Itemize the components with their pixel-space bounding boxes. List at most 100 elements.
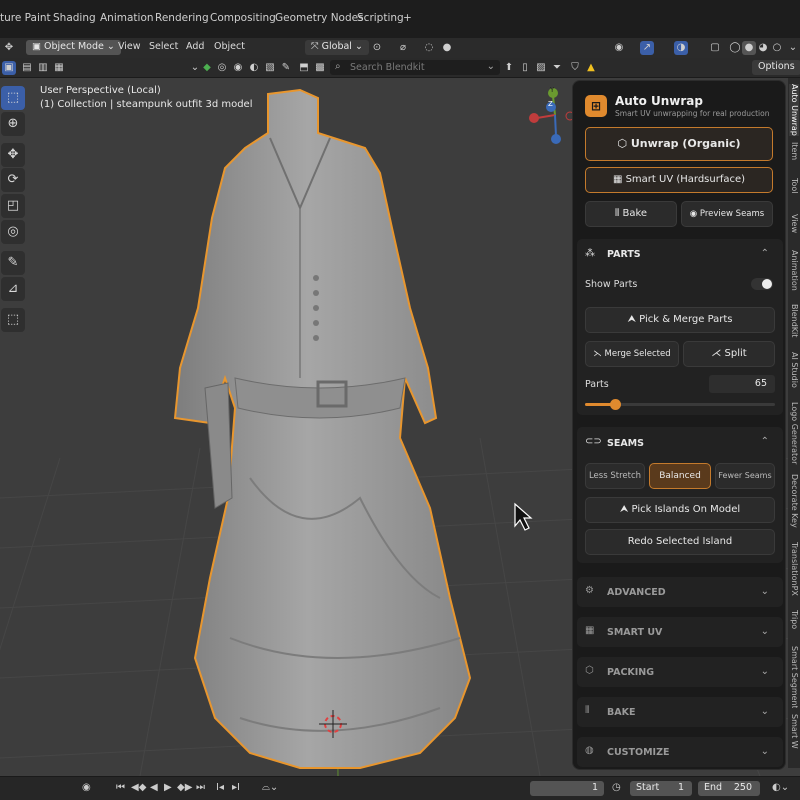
- chevron-up-icon[interactable]: ⌃: [761, 436, 769, 447]
- side-tab-smart-segment[interactable]: Smart Segment: [789, 646, 799, 708]
- options-dropdown[interactable]: Options: [752, 60, 800, 75]
- snap-icon[interactable]: ⌀: [396, 41, 410, 55]
- balanced-button[interactable]: Balanced: [649, 463, 711, 489]
- start-frame-field[interactable]: Start 1: [630, 781, 692, 796]
- pivot-icon[interactable]: ⊙: [370, 41, 384, 55]
- split-button[interactable]: ⋌ Split: [683, 341, 775, 367]
- play-reverse-icon[interactable]: ◀: [150, 782, 158, 796]
- tab-rendering[interactable]: Rendering: [155, 12, 209, 24]
- parts-header[interactable]: PARTS: [607, 249, 641, 260]
- tab-geometry-nodes[interactable]: Geometry Nodes: [275, 12, 364, 24]
- rotate-tool-icon[interactable]: ⟳: [1, 168, 25, 192]
- smart-uv-button[interactable]: ▦ Smart UV (Hardsurface): [585, 167, 773, 193]
- menu-select[interactable]: Select: [149, 41, 178, 52]
- select-subtract-icon[interactable]: ▥: [36, 61, 50, 75]
- jump-start-icon[interactable]: ⏮: [116, 782, 125, 796]
- keying-set-icon[interactable]: ⌓⌄: [262, 782, 278, 796]
- side-tab-smart-w[interactable]: Smart W: [789, 714, 799, 764]
- side-tab-tripo[interactable]: Tripo: [789, 610, 799, 640]
- annotate-tool-icon[interactable]: ✎: [1, 251, 25, 275]
- packing-section[interactable]: ⬡ PACKING ⌄: [577, 657, 783, 687]
- tab-shading[interactable]: Shading: [53, 12, 96, 24]
- play-icon[interactable]: ▶: [164, 782, 172, 796]
- parts-count-field[interactable]: 65: [709, 375, 775, 393]
- side-tab-decorate-key[interactable]: Decorate Key: [789, 474, 799, 536]
- side-tab-view[interactable]: View: [789, 214, 799, 244]
- xray-icon[interactable]: ▢: [708, 41, 722, 55]
- menu-add[interactable]: Add: [186, 41, 204, 52]
- parts-slider-knob[interactable]: [610, 399, 622, 410]
- blendkit-brushes-icon[interactable]: ✎: [279, 61, 293, 75]
- image-search-icon[interactable]: ▨: [534, 61, 548, 75]
- side-tab-animation[interactable]: Animation: [789, 250, 799, 298]
- transform-orientation-dropdown[interactable]: ⤧ Global ⌄: [305, 40, 369, 55]
- steampunk-outfit-model[interactable]: [173, 88, 472, 769]
- gizmo-neg-z-icon[interactable]: [551, 134, 561, 144]
- proportional-falloff-icon[interactable]: ●: [440, 41, 454, 55]
- less-stretch-button[interactable]: Less Stretch: [585, 463, 645, 489]
- seams-header[interactable]: SEAMS: [607, 438, 644, 449]
- visibility-icon[interactable]: ◉: [612, 41, 626, 55]
- redo-selected-island-button[interactable]: Redo Selected Island: [585, 529, 775, 555]
- merge-selected-button[interactable]: ⋋ Merge Selected: [585, 341, 679, 367]
- blendkit-nodegroups-icon[interactable]: ⬒: [297, 61, 311, 75]
- current-frame-field[interactable]: 1: [530, 781, 604, 796]
- record-icon[interactable]: ◉: [82, 782, 91, 796]
- addon-icon[interactable]: ◆: [200, 61, 214, 75]
- transform-tool-icon[interactable]: ◎: [1, 220, 25, 244]
- menu-object[interactable]: Object: [214, 41, 245, 52]
- measure-tool-icon[interactable]: ⊿: [1, 277, 25, 301]
- add-workspace-button[interactable]: +: [403, 12, 412, 24]
- object-mode-dropdown[interactable]: ▣ Object Mode ⌄: [26, 40, 121, 55]
- tab-scripting[interactable]: Scripting: [357, 12, 404, 24]
- solid-shading-icon[interactable]: ●: [742, 41, 756, 55]
- show-parts-toggle[interactable]: [751, 278, 773, 290]
- blendkit-models-icon[interactable]: ◎: [215, 61, 229, 75]
- cursor-tool-icon[interactable]: ⊕: [1, 112, 25, 136]
- editor-type-icon[interactable]: ✥: [2, 41, 16, 55]
- add-cube-tool-icon[interactable]: ⬚: [1, 308, 25, 332]
- chevron-up-icon[interactable]: ⌃: [761, 248, 769, 259]
- preview-seams-button[interactable]: ◉ Preview Seams: [681, 201, 773, 227]
- wireframe-shading-icon[interactable]: ◯: [728, 41, 742, 55]
- filter-icon[interactable]: ⏷: [550, 61, 564, 75]
- menu-view[interactable]: View: [118, 41, 141, 52]
- side-tab-translationpx[interactable]: TranslationPX: [789, 542, 799, 604]
- side-tab-item[interactable]: Item: [789, 142, 799, 172]
- bake-section[interactable]: ⦀ BAKE ⌄: [577, 697, 783, 727]
- parts-slider[interactable]: [585, 399, 775, 410]
- tab-compositing[interactable]: Compositing: [210, 12, 276, 24]
- customize-section[interactable]: ◍ CUSTOMIZE ⌄: [577, 737, 783, 767]
- unwrap-organic-button[interactable]: ⬡ Unwrap (Organic): [585, 127, 773, 161]
- select-tool-icon[interactable]: ⬚: [1, 86, 25, 110]
- keying-next-icon[interactable]: ▸I: [232, 782, 240, 796]
- proportional-edit-icon[interactable]: ◌: [422, 41, 436, 55]
- navigation-gizmo[interactable]: [529, 88, 575, 144]
- blendkit-materials-icon[interactable]: ◉: [231, 61, 245, 75]
- keying-prev-icon[interactable]: I◂: [216, 782, 224, 796]
- gizmo-toggle-icon[interactable]: ↗: [640, 41, 654, 55]
- blendkit-search-field[interactable]: ⌕ Search Blendkit ⌄: [330, 60, 500, 75]
- smart-uv-section[interactable]: ▦ SMART UV ⌄: [577, 617, 783, 647]
- shield-icon[interactable]: ⛉: [568, 61, 582, 75]
- side-tab-logo-generator[interactable]: Logo Generator: [789, 402, 799, 468]
- sync-icon[interactable]: ◐⌄: [772, 782, 789, 796]
- prev-keyframe-icon[interactable]: ◀◆: [131, 782, 146, 796]
- tab-animation[interactable]: Animation: [100, 12, 154, 24]
- material-shading-icon[interactable]: ◕: [756, 41, 770, 55]
- pick-merge-parts-button[interactable]: ⮝ Pick & Merge Parts: [585, 307, 775, 333]
- bookmark-icon[interactable]: ▯: [518, 61, 532, 75]
- gizmo-x-axis-icon[interactable]: [529, 113, 539, 123]
- select-box-mode-icon[interactable]: ▣: [2, 61, 16, 75]
- notification-icon[interactable]: ▲: [584, 61, 598, 75]
- select-invert-icon[interactable]: ▦: [52, 61, 66, 75]
- side-tab-auto-unwrap[interactable]: Auto Unwrap: [789, 84, 799, 136]
- side-tab-tool[interactable]: Tool: [789, 178, 799, 208]
- blendkit-printable-icon[interactable]: ▩: [313, 61, 327, 75]
- rendered-shading-icon[interactable]: ○: [770, 41, 784, 55]
- blendkit-hdr-icon[interactable]: ◐: [247, 61, 261, 75]
- upload-icon[interactable]: ⬆: [502, 61, 516, 75]
- side-tab-blendkit[interactable]: BlendKit: [789, 304, 799, 346]
- pick-islands-button[interactable]: ⮝ Pick Islands On Model: [585, 497, 775, 523]
- blendkit-scenes-icon[interactable]: ▧: [263, 61, 277, 75]
